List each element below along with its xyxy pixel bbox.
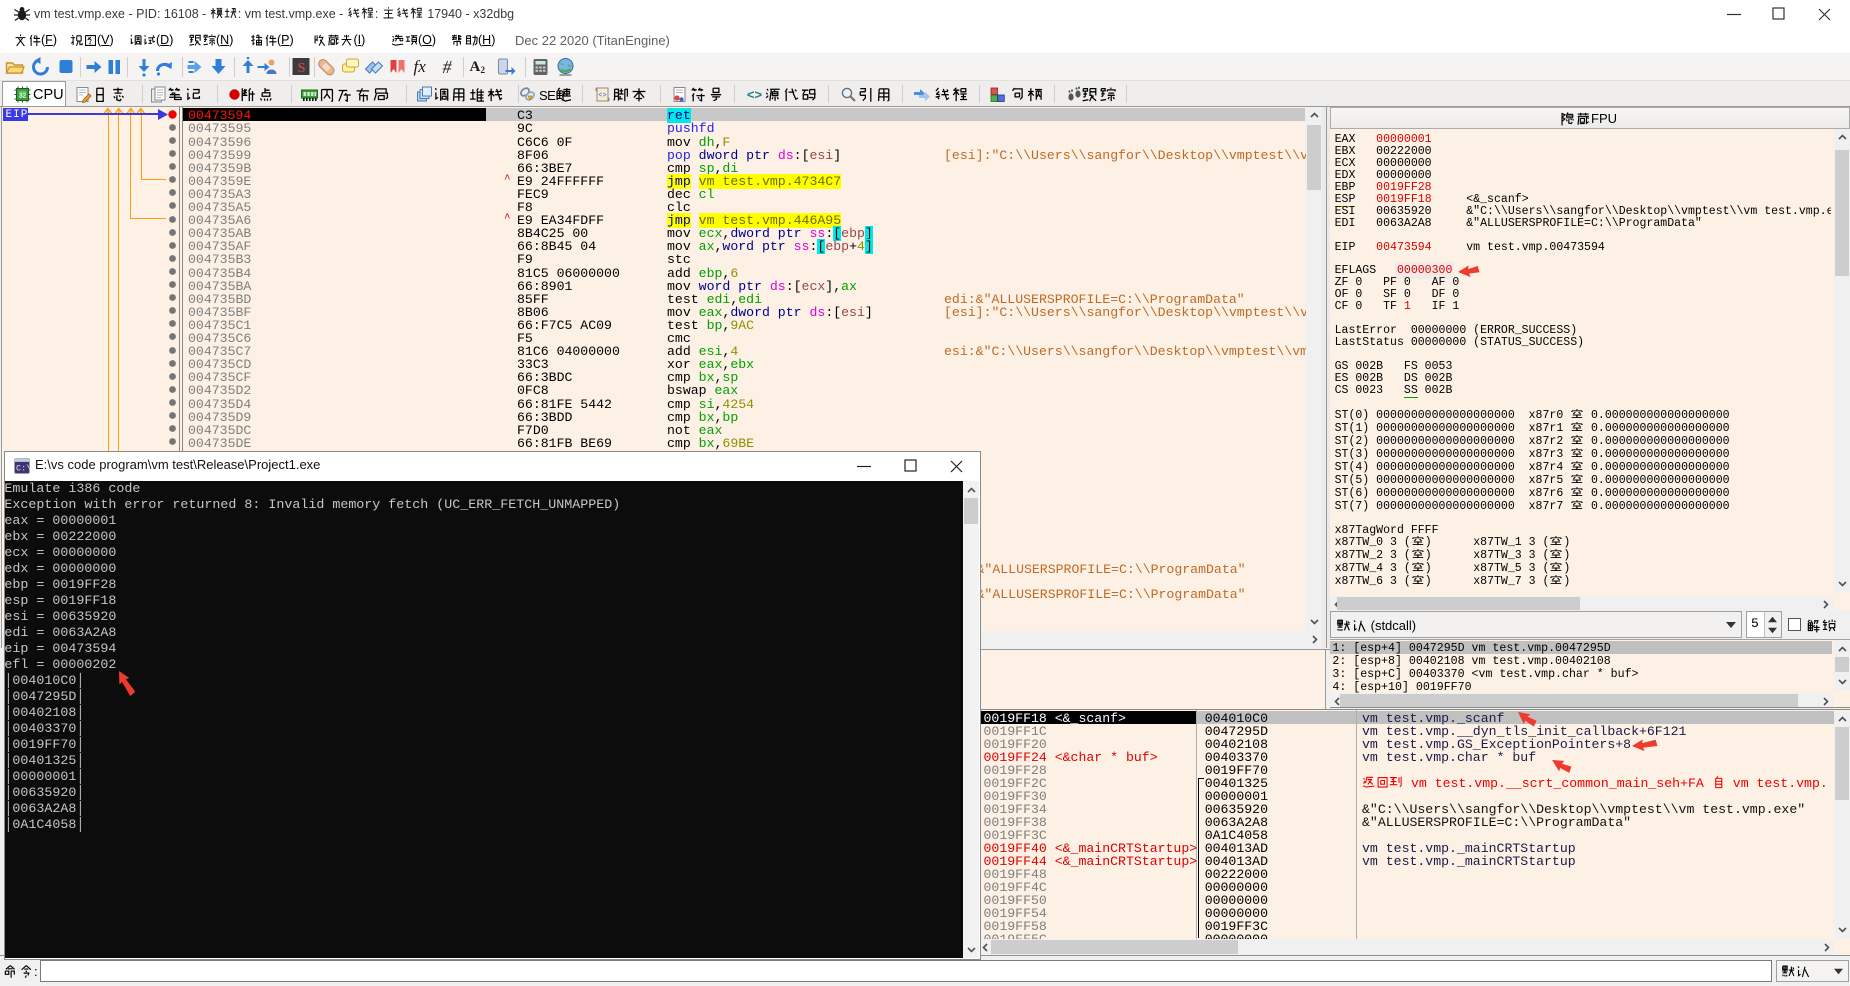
svg-text:S: S	[298, 61, 306, 76]
svg-text:C:\: C:\	[16, 464, 30, 474]
svg-text:<>: <>	[747, 87, 763, 102]
svg-text:2: 2	[481, 65, 486, 75]
svg-text:fx: fx	[414, 57, 427, 76]
svg-text:<>: <>	[598, 92, 606, 100]
svg-text:A: A	[470, 59, 481, 75]
svg-text:#: #	[443, 57, 453, 77]
svg-text:32: 32	[19, 93, 27, 100]
